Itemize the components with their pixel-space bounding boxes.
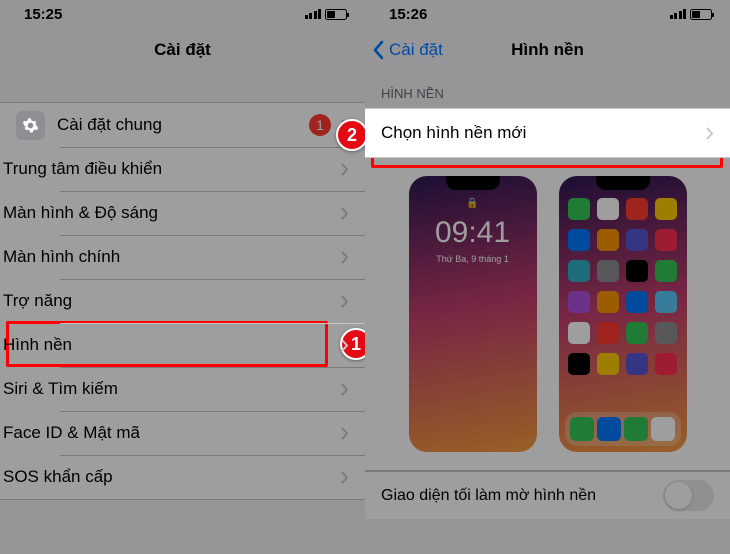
homescreen-preview[interactable] (559, 176, 687, 452)
page-title: Hình nền (511, 40, 584, 60)
row-dark-appearance-dims: Giao diện tối làm mờ hình nền (365, 471, 730, 519)
signal-icon (670, 9, 687, 19)
row-general[interactable]: Cài đặt chung 1 (0, 103, 365, 147)
section-header: HÌNH NỀN (365, 72, 730, 108)
settings-list-group-1: Cài đặt chung 1 Trung tâm điều khiển AA … (0, 102, 365, 500)
row-control-center[interactable]: Trung tâm điều khiển (0, 147, 365, 191)
row-accessibility[interactable]: Trợ năng (0, 279, 365, 323)
chevron-right-icon (341, 163, 349, 176)
chevron-right-icon (341, 207, 349, 220)
chevron-right-icon (706, 127, 714, 140)
nav-bar: Cài đặt (0, 28, 365, 72)
lock-icon: 🔒 (466, 198, 478, 209)
page-title: Cài đặt (154, 40, 211, 60)
row-label: Cài đặt chung (57, 115, 309, 135)
status-icons (305, 9, 348, 20)
notification-badge: 1 (309, 114, 331, 136)
chevron-right-icon (341, 427, 349, 440)
wallpaper-list: Chọn hình nền mới (365, 108, 730, 158)
dark-dims-toggle[interactable] (663, 480, 714, 511)
nav-bar: Cài đặt Hình nền (365, 28, 730, 72)
chevron-right-icon (341, 339, 349, 352)
row-faceid[interactable]: Face ID & Mật mã (0, 411, 365, 455)
status-time: 15:26 (389, 6, 427, 23)
dock (565, 412, 681, 446)
lock-time: 09:41 (409, 216, 537, 250)
row-label: Face ID & Mật mã (3, 423, 341, 443)
row-label: Chọn hình nền mới (381, 123, 706, 143)
row-label: Siri & Tìm kiếm (3, 379, 341, 399)
status-bar: 15:25 (0, 0, 365, 28)
row-choose-new-wallpaper[interactable]: Chọn hình nền mới (365, 109, 730, 157)
row-label: Màn hình & Độ sáng (3, 203, 341, 223)
battery-icon (690, 9, 712, 20)
lock-date: Thứ Ba, 9 tháng 1 (409, 254, 537, 264)
status-time: 15:25 (24, 6, 62, 23)
status-bar: 15:26 (365, 0, 730, 28)
wallpaper-settings-screen: 15:26 Cài đặt Hình nền HÌNH NỀN Chọn hìn… (365, 0, 730, 554)
row-label: Trung tâm điều khiển (3, 159, 341, 179)
chevron-right-icon (341, 383, 349, 396)
row-siri[interactable]: Siri & Tìm kiếm (0, 367, 365, 411)
lockscreen-preview[interactable]: 🔒 09:41 Thứ Ba, 9 tháng 1 (409, 176, 537, 452)
row-wallpaper[interactable]: Hình nền (0, 323, 365, 367)
row-sos[interactable]: SOS SOS khẩn cấp (0, 455, 365, 499)
row-display[interactable]: AA Màn hình & Độ sáng (0, 191, 365, 235)
wallpaper-previews: 🔒 09:41 Thứ Ba, 9 tháng 1 (365, 158, 730, 470)
signal-icon (305, 9, 322, 19)
row-label: Giao diện tối làm mờ hình nền (381, 487, 663, 505)
chevron-right-icon (341, 251, 349, 264)
chevron-right-icon (341, 295, 349, 308)
row-label: Màn hình chính (3, 247, 341, 267)
callout-step-2: 2 (336, 119, 365, 151)
row-label: SOS khẩn cấp (3, 467, 341, 487)
settings-main-screen: 15:25 Cài đặt Cài đặt chung 1 Trung tâm … (0, 0, 365, 554)
battery-icon (325, 9, 347, 20)
back-label: Cài đặt (389, 40, 443, 60)
chevron-right-icon (341, 471, 349, 484)
status-icons (670, 9, 713, 20)
back-button[interactable]: Cài đặt (373, 40, 443, 60)
row-label: Hình nền (3, 335, 341, 355)
row-home[interactable]: Màn hình chính (0, 235, 365, 279)
gear-icon (16, 111, 45, 140)
row-label: Trợ năng (3, 291, 341, 311)
